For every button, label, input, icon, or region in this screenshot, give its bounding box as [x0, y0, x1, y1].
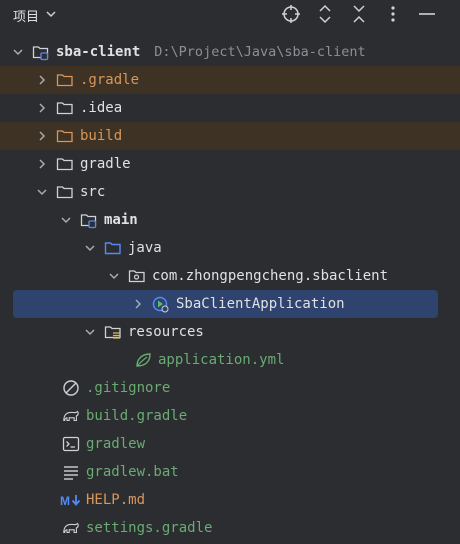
tree-item-idea[interactable]: .idea — [0, 94, 460, 122]
chevron-right-icon[interactable] — [34, 72, 50, 88]
chevron-right-icon[interactable] — [34, 128, 50, 144]
source-folder-icon — [104, 239, 122, 257]
svg-text:M: M — [60, 494, 70, 507]
project-tree: sba-client D:\Project\Java\sba-client .g… — [0, 38, 460, 542]
project-panel-header: 项目 — [0, 0, 460, 30]
tree-item-label: resources — [128, 324, 204, 340]
tree-item-label: src — [80, 184, 106, 200]
folder-icon — [56, 99, 74, 117]
tree-item-src[interactable]: src — [0, 178, 460, 206]
tree-item-label: build — [80, 128, 123, 144]
chevron-down-icon[interactable] — [10, 44, 26, 60]
tree-item-label: gradlew.bat — [86, 464, 179, 480]
chevron-down-icon — [45, 8, 57, 24]
tree-item-label: settings.gradle — [86, 520, 213, 536]
markdown-icon: M — [60, 491, 82, 509]
tree-item-package[interactable]: com.zhongpengcheng.sbaclient — [0, 262, 460, 290]
gradle-elephant-icon — [62, 519, 80, 537]
chevron-down-icon[interactable] — [58, 212, 74, 228]
runnable-class-icon — [152, 295, 170, 313]
resources-folder-icon — [104, 323, 122, 341]
folder-icon — [56, 183, 74, 201]
tree-item-label: java — [128, 240, 162, 256]
module-folder-icon — [32, 43, 50, 61]
locate-file-button[interactable] — [280, 3, 302, 25]
tree-item-label: gradlew — [86, 436, 146, 452]
tree-item-label: application.yml — [158, 352, 285, 368]
tree-item-label: .gitignore — [86, 380, 171, 396]
tree-item-help-md[interactable]: M HELP.md — [0, 486, 460, 514]
chevron-right-icon[interactable] — [34, 156, 50, 172]
chevron-right-icon[interactable] — [130, 296, 146, 312]
more-vertical-icon — [391, 6, 395, 22]
tree-item-label: SbaClientApplication — [176, 296, 345, 312]
tree-item-label: main — [104, 212, 138, 228]
tree-item-label: .gradle — [80, 72, 140, 88]
project-path: D:\Project\Java\sba-client — [154, 44, 366, 60]
expand-all-icon — [319, 4, 331, 24]
gradle-elephant-icon — [62, 407, 80, 425]
tree-item-label: HELP.md — [86, 492, 146, 508]
tree-item-root[interactable]: sba-client D:\Project\Java\sba-client — [0, 38, 460, 66]
chevron-down-icon[interactable] — [82, 240, 98, 256]
minimize-icon — [419, 13, 435, 15]
terminal-script-icon — [62, 435, 80, 453]
collapse-all-button[interactable] — [348, 3, 370, 25]
spring-leaf-icon — [134, 351, 152, 369]
excluded-folder-icon — [56, 71, 74, 89]
tree-item-app-class[interactable]: SbaClientApplication — [13, 290, 438, 318]
chevron-right-icon[interactable] — [34, 100, 50, 116]
excluded-folder-icon — [56, 127, 74, 145]
tree-item-label: .idea — [80, 100, 123, 116]
chevron-down-icon[interactable] — [82, 324, 98, 340]
tree-item-settings-gradle[interactable]: settings.gradle — [0, 514, 460, 542]
tree-item-gitignore[interactable]: .gitignore — [0, 374, 460, 402]
tree-item-build[interactable]: build — [0, 122, 460, 150]
chevron-down-icon[interactable] — [34, 184, 50, 200]
tree-item-main[interactable]: main — [0, 206, 460, 234]
ignore-file-icon — [62, 379, 80, 397]
tree-item-gradle[interactable]: gradle — [0, 150, 460, 178]
tree-item-resources[interactable]: resources — [0, 318, 460, 346]
tree-item-app-yml[interactable]: application.yml — [0, 346, 460, 374]
module-folder-icon — [80, 211, 98, 229]
tree-item-gradle-cache[interactable]: .gradle — [0, 66, 460, 94]
chevron-down-icon[interactable] — [106, 268, 122, 284]
hide-panel-button[interactable] — [416, 3, 438, 25]
expand-all-button[interactable] — [314, 3, 336, 25]
tree-item-label: gradle — [80, 156, 131, 172]
package-icon — [128, 267, 146, 285]
tree-item-gradlew-bat[interactable]: gradlew.bat — [0, 458, 460, 486]
collapse-all-icon — [353, 5, 365, 23]
tree-item-gradlew[interactable]: gradlew — [0, 430, 460, 458]
tree-item-label: com.zhongpengcheng.sbaclient — [152, 268, 389, 284]
panel-title: 项目 — [13, 10, 40, 25]
folder-icon — [56, 155, 74, 173]
tree-item-java[interactable]: java — [0, 234, 460, 262]
options-button[interactable] — [382, 3, 404, 25]
text-file-icon — [62, 463, 80, 481]
tree-item-build-gradle[interactable]: build.gradle — [0, 402, 460, 430]
tree-item-label: sba-client — [56, 44, 141, 60]
project-view-selector[interactable]: 项目 — [13, 6, 57, 25]
tree-item-label: build.gradle — [86, 408, 188, 424]
crosshair-icon — [282, 5, 300, 23]
